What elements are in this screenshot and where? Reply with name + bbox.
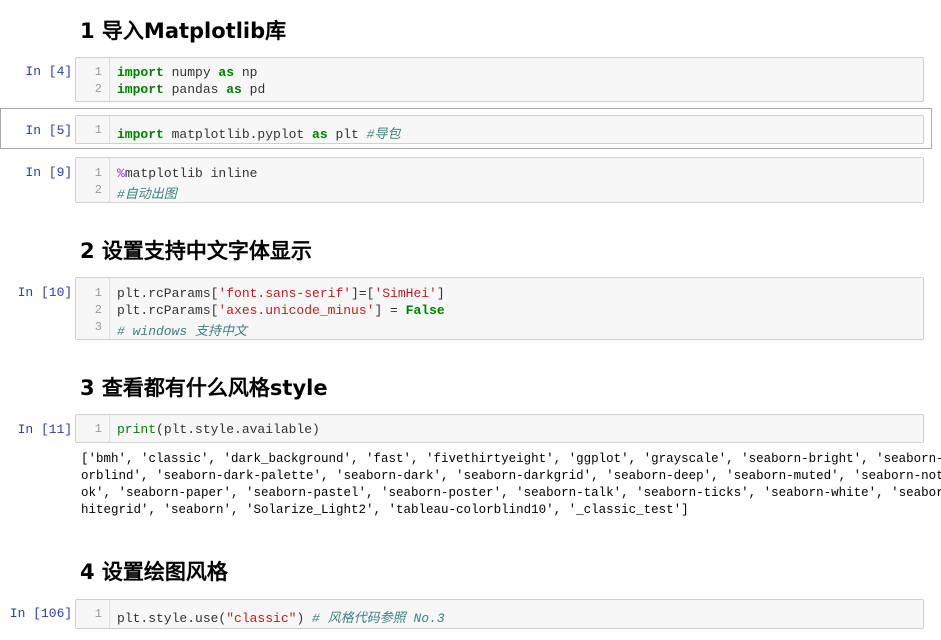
code-line[interactable]: import pandas as pd xyxy=(117,82,265,97)
code-text: plt.rcParams[ xyxy=(117,303,219,318)
code-text: matplotlib.pyplot xyxy=(163,127,313,142)
code-line[interactable]: plt.rcParams['font.sans-serif']=['SimHei… xyxy=(117,286,445,301)
line-number-gutter: 1 2 3 xyxy=(76,278,110,339)
code-text: (plt.style.available) xyxy=(156,422,320,437)
code-builtin: print xyxy=(117,422,157,437)
code-input-area[interactable]: 1 2 3 plt.rcParams['font.sans-serif']=['… xyxy=(75,277,924,340)
code-text: matplotlib inline xyxy=(124,166,258,181)
line-number: 2 xyxy=(94,303,102,317)
cell-prompt: In [10]: xyxy=(17,285,80,300)
code-line[interactable]: print(plt.style.available) xyxy=(117,422,320,437)
code-line[interactable]: #自动出图 xyxy=(117,183,177,202)
code-comment: #自动出图 xyxy=(117,187,177,202)
cell-prompt: In [4]: xyxy=(25,64,80,79)
cell-prompt: In [9]: xyxy=(25,165,80,180)
code-line[interactable]: import numpy as np xyxy=(117,65,257,80)
markdown-heading-2: 2 设置支持中文字体显示 xyxy=(80,239,312,263)
line-number-gutter: 1 xyxy=(76,600,110,628)
code-input-area[interactable]: 1 import matplotlib.pyplot as plt #导包 xyxy=(75,115,924,144)
code-keyword: as xyxy=(226,82,242,97)
code-comment: #导包 xyxy=(366,127,401,142)
code-keyword: import xyxy=(117,127,164,142)
code-comment: # 风格代码参照 No.3 xyxy=(312,611,445,626)
code-keyword: as xyxy=(218,65,235,80)
line-number: 1 xyxy=(94,422,102,436)
code-text: numpy xyxy=(163,65,219,80)
markdown-heading-1: 1 导入Matplotlib库 xyxy=(80,19,287,43)
code-text: np xyxy=(234,65,258,80)
code-magic: % xyxy=(117,166,125,181)
code-string: "classic" xyxy=(226,611,297,626)
code-text: pandas xyxy=(163,82,227,97)
code-text: plt.style.use( xyxy=(117,611,227,626)
output-line: ['bmh', 'classic', 'dark_background', 'f… xyxy=(81,452,941,466)
line-number: 1 xyxy=(94,286,102,300)
code-string: 'SimHei' xyxy=(374,286,437,301)
code-line[interactable]: # windows 支持中文 xyxy=(117,320,247,339)
code-text: ) xyxy=(296,611,313,626)
code-string: 'axes.unicode_minus' xyxy=(218,303,375,318)
code-text: plt xyxy=(327,127,367,142)
code-line[interactable]: %matplotlib inline xyxy=(117,166,257,181)
line-number-gutter: 1 xyxy=(76,116,110,143)
line-number: 1 xyxy=(94,65,102,79)
output-line: ok', 'seaborn-paper', 'seaborn-pastel', … xyxy=(81,486,941,500)
markdown-heading-4: 4 设置绘图风格 xyxy=(80,560,228,584)
code-line[interactable]: import matplotlib.pyplot as plt #导包 xyxy=(117,123,400,142)
code-keyword: as xyxy=(312,127,328,142)
line-number: 3 xyxy=(94,320,102,334)
cell-prompt: In [11]: xyxy=(17,422,80,437)
line-number-gutter: 1 xyxy=(76,415,110,442)
cell-prompt: In [106]: xyxy=(9,606,80,621)
code-line[interactable]: plt.rcParams['axes.unicode_minus'] = Fal… xyxy=(117,303,445,318)
line-number-gutter: 1 2 xyxy=(76,158,110,202)
line-number: 1 xyxy=(94,607,102,621)
code-text: plt.rcParams[ xyxy=(117,286,219,301)
code-input-area[interactable]: 1 2 %matplotlib inline #自动出图 xyxy=(75,157,924,203)
code-keyword: False xyxy=(405,303,445,318)
output-line: orblind', 'seaborn-dark-palette', 'seabo… xyxy=(81,469,941,483)
output-line: hitegrid', 'seaborn', 'Solarize_Light2',… xyxy=(81,503,689,517)
markdown-heading-3: 3 查看都有什么风格style xyxy=(80,376,328,400)
line-number-gutter: 1 2 xyxy=(76,58,110,101)
line-number: 2 xyxy=(94,183,102,197)
code-string: 'font.sans-serif' xyxy=(218,286,352,301)
line-number: 1 xyxy=(94,166,102,180)
code-line[interactable]: plt.style.use("classic") # 风格代码参照 No.3 xyxy=(117,607,445,626)
code-keyword: import xyxy=(117,82,164,97)
line-number: 2 xyxy=(94,82,102,96)
code-input-area[interactable]: 1 plt.style.use("classic") # 风格代码参照 No.3 xyxy=(75,599,924,629)
cell-prompt: In [5]: xyxy=(25,123,80,138)
code-keyword: import xyxy=(117,65,164,80)
code-text: ] = xyxy=(374,303,406,318)
code-input-area[interactable]: 1 2 import numpy as np import pandas as … xyxy=(75,57,924,102)
code-text: ] xyxy=(436,286,445,301)
code-text: pd xyxy=(241,82,266,97)
code-input-area[interactable]: 1 print(plt.style.available) xyxy=(75,414,924,443)
code-text: ]=[ xyxy=(351,286,375,301)
line-number: 1 xyxy=(94,123,102,137)
code-comment: # windows 支持中文 xyxy=(117,324,248,339)
